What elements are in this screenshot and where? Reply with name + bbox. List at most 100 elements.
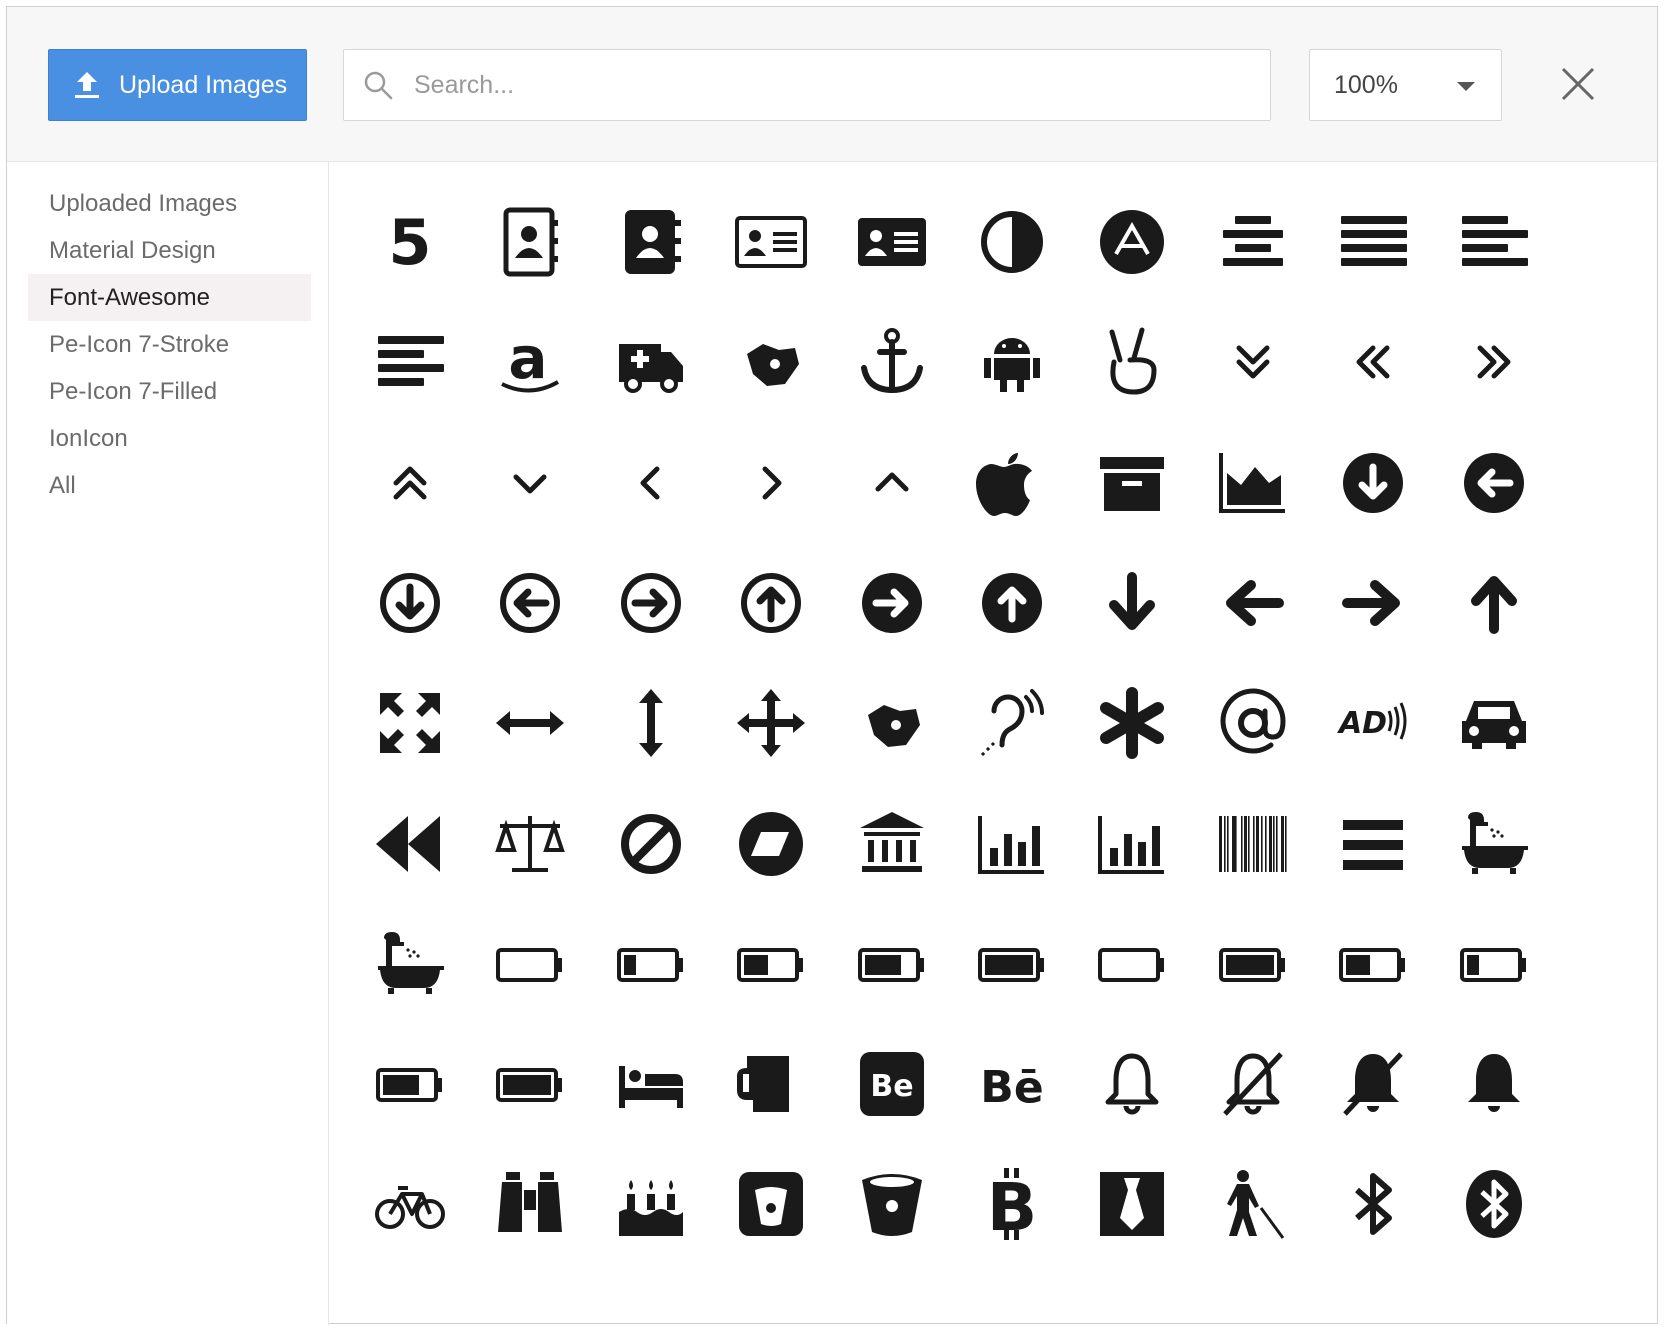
icon-tile-bed[interactable] <box>601 1034 701 1134</box>
icon-tile-behance-square[interactable]: Be <box>842 1034 942 1134</box>
icon-tile-audio-description[interactable]: AD <box>1323 673 1423 773</box>
icon-tile-bell[interactable] <box>1444 1034 1544 1134</box>
icon-tile-bitbucket[interactable] <box>842 1154 942 1254</box>
icon-tile-bath[interactable] <box>1444 794 1544 894</box>
icon-tile-angle-down[interactable] <box>480 433 580 533</box>
icon-tile-battery-4[interactable] <box>1203 914 1303 1014</box>
icon-tile-arrow-right[interactable] <box>1323 553 1423 653</box>
icon-tile-battery-0[interactable] <box>1082 914 1182 1014</box>
icon-tile-battery-quarter[interactable] <box>601 914 701 1014</box>
icon-tile-arrow-down[interactable] <box>1082 553 1182 653</box>
icon-tile-automobile[interactable] <box>1444 673 1544 773</box>
icon-tile-arrows-v[interactable] <box>601 673 701 773</box>
search-box[interactable] <box>343 49 1271 121</box>
icon-tile-blind[interactable] <box>1203 1154 1303 1254</box>
icon-tile-bar-chart[interactable] <box>962 794 1062 894</box>
icon-tile-address-book[interactable] <box>480 192 580 292</box>
icon-tile-bar-chart-o[interactable] <box>1082 794 1182 894</box>
icon-tile-address-card-solid[interactable] <box>842 192 942 292</box>
sidebar-item-pe-icon-7-stroke[interactable]: Pe-Icon 7-Stroke <box>28 321 311 368</box>
icon-tile-battery-empty[interactable] <box>480 914 580 1014</box>
icon-tile-archive[interactable] <box>1082 433 1182 533</box>
icon-tile-align-right[interactable] <box>360 312 460 412</box>
icon-tile-ambulance[interactable] <box>601 312 701 412</box>
icon-tile-angle-double-right[interactable] <box>1444 312 1544 412</box>
icon-tile-at[interactable] <box>1203 673 1303 773</box>
icon-tile-backward[interactable] <box>360 794 460 894</box>
icon-tile-android[interactable] <box>962 312 1062 412</box>
icon-tile-angle-up[interactable] <box>842 433 942 533</box>
icon-tile-ban[interactable] <box>601 794 701 894</box>
icon-tile-sign-language[interactable] <box>721 312 821 412</box>
icon-tile-arrow-circle-o-left[interactable] <box>480 553 580 653</box>
icon-tile-bitbucket-square[interactable] <box>721 1154 821 1254</box>
icon-tile-arrow-circle-o-up[interactable] <box>721 553 821 653</box>
sidebar-item-material-design[interactable]: Material Design <box>28 227 311 274</box>
icon-tile-balance-scale[interactable] <box>480 794 580 894</box>
icon-tile-asl-interpreting[interactable] <box>842 673 942 773</box>
icon-tile-align-left[interactable] <box>1444 192 1544 292</box>
icon-tile-arrow-circle-left[interactable] <box>1444 433 1544 533</box>
sidebar-item-pe-icon-7-filled[interactable]: Pe-Icon 7-Filled <box>28 368 311 415</box>
icon-tile-binoculars[interactable] <box>480 1154 580 1254</box>
icon-tile-address-card[interactable] <box>721 192 821 292</box>
icon-tile-battery-2[interactable] <box>1323 914 1423 1014</box>
zoom-select[interactable]: 100% <box>1309 49 1502 121</box>
icon-tile-arrow-circle-right[interactable] <box>842 553 942 653</box>
icon-tile-angle-right[interactable] <box>721 433 821 533</box>
icon-tile-battery[interactable] <box>480 1034 580 1134</box>
icon-tile-battery-half[interactable] <box>721 914 821 1014</box>
icon-tile-bank[interactable] <box>842 794 942 894</box>
icon-tile-amazon[interactable]: a <box>480 312 580 412</box>
upload-images-button[interactable]: Upload Images <box>48 49 307 121</box>
icon-tile-angle-double-left[interactable] <box>1323 312 1423 412</box>
icon-tile-align-center[interactable] <box>1203 192 1303 292</box>
icon-tile-angle-double-up[interactable] <box>360 433 460 533</box>
icon-tile-arrow-circle-down[interactable] <box>1323 433 1423 533</box>
icon-tile-bicycle[interactable] <box>360 1154 460 1254</box>
icon-tile-beer[interactable] <box>721 1034 821 1134</box>
search-input[interactable] <box>414 70 1234 100</box>
icon-tile-address-book-solid[interactable] <box>601 192 701 292</box>
icon-tile-barcode[interactable] <box>1203 794 1303 894</box>
icon-tile-adn[interactable] <box>1082 192 1182 292</box>
icon-tile-align-justify[interactable] <box>1323 192 1423 292</box>
icon-tile-birthday-cake[interactable] <box>601 1154 701 1254</box>
icon-tile-arrow-circle-up[interactable] <box>962 553 1062 653</box>
icon-tile-bell-o[interactable] <box>1082 1034 1182 1134</box>
icon-tile-bitcoin[interactable]: B <box>962 1154 1062 1254</box>
icon-tile-arrows-expand[interactable] <box>360 673 460 773</box>
icon-tile-battery-full[interactable] <box>962 914 1062 1014</box>
icon-tile-bandcamp[interactable] <box>721 794 821 894</box>
icon-tile-arrow-circle-o-right[interactable] <box>601 553 701 653</box>
icon-tile-arrow-left[interactable] <box>1203 553 1303 653</box>
sidebar-item-ionicon[interactable]: IonIcon <box>28 415 311 462</box>
icon-tile-bathtub[interactable] <box>360 914 460 1014</box>
icon-tile-angle-left[interactable] <box>601 433 701 533</box>
sidebar-item-font-awesome[interactable]: Font-Awesome <box>28 274 311 321</box>
icon-tile-500px[interactable]: 5 <box>360 192 460 292</box>
icon-tile-battery-three-quarters[interactable] <box>842 914 942 1014</box>
icon-tile-battery-3[interactable] <box>360 1034 460 1134</box>
icon-tile-battery-1[interactable] <box>1444 914 1544 1014</box>
close-button[interactable] <box>1557 63 1599 105</box>
sidebar-item-uploaded-images[interactable]: Uploaded Images <box>28 180 311 227</box>
icon-tile-asterisk[interactable] <box>1082 673 1182 773</box>
icon-tile-apple[interactable] <box>962 433 1062 533</box>
icon-tile-arrow-up[interactable] <box>1444 553 1544 653</box>
icon-tile-assistive-listening[interactable] <box>962 673 1062 773</box>
icon-tile-angellist[interactable] <box>1082 312 1182 412</box>
icon-tile-arrows-h[interactable] <box>480 673 580 773</box>
icon-tile-angle-double-down[interactable] <box>1203 312 1303 412</box>
icon-tile-arrows[interactable] <box>721 673 821 773</box>
sidebar-item-all[interactable]: All <box>28 462 311 509</box>
icon-tile-black-tie[interactable] <box>1082 1154 1182 1254</box>
icon-tile-anchor[interactable] <box>842 312 942 412</box>
icon-tile-bell-slash[interactable] <box>1323 1034 1423 1134</box>
icon-tile-area-chart[interactable] <box>1203 433 1303 533</box>
icon-tile-bluetooth[interactable] <box>1444 1154 1544 1254</box>
icon-tile-bluetooth-b[interactable] <box>1323 1154 1423 1254</box>
icon-tile-bars[interactable] <box>1323 794 1423 894</box>
icon-tile-arrow-circle-o-down[interactable] <box>360 553 460 653</box>
icon-tile-adjust[interactable] <box>962 192 1062 292</box>
